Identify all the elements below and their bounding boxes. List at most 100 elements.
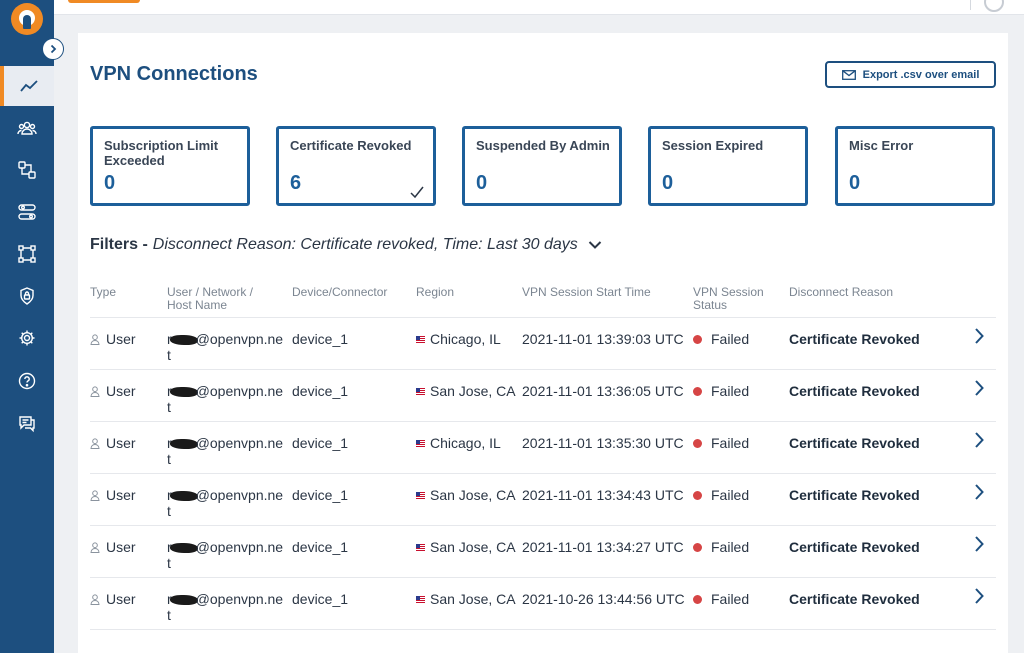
sidebar-item-settings[interactable] xyxy=(0,318,54,358)
stat-label: Session Expired xyxy=(662,138,764,153)
row-status: Failed xyxy=(711,331,750,347)
toggles-icon xyxy=(18,204,36,220)
row-user: r@openvpn.net xyxy=(167,487,284,519)
us-flag-icon xyxy=(416,595,425,603)
table-row[interactable]: User r@openvpn.net device_1 San Jose, CA… xyxy=(90,578,996,630)
redaction-mark xyxy=(169,439,198,450)
chevron-right-icon xyxy=(975,588,984,604)
row-region: Chicago, IL xyxy=(430,435,501,451)
chevron-right-icon xyxy=(975,432,984,448)
row-start-time: 2021-11-01 13:39:03 UTC xyxy=(522,331,684,347)
row-details-button[interactable] xyxy=(973,587,985,608)
row-type: User xyxy=(106,435,136,451)
row-device: device_1 xyxy=(292,435,349,451)
row-device: device_1 xyxy=(292,591,349,607)
stat-card-subscription-limit[interactable]: Subscription Limit Exceeded 0 xyxy=(90,126,250,206)
status-dot xyxy=(693,490,702,500)
redaction-mark xyxy=(169,491,198,502)
column-header-disconnect-reason: Disconnect Reason xyxy=(789,285,894,299)
row-details-button[interactable] xyxy=(973,535,985,556)
stat-label: Suspended By Admin xyxy=(476,138,610,153)
row-type: User xyxy=(106,383,136,399)
row-status: Failed xyxy=(711,435,750,451)
filters-label: Filters - xyxy=(90,236,148,253)
sidebar-item-help[interactable] xyxy=(0,361,54,401)
column-header-status: VPN Session Status xyxy=(693,285,764,312)
row-details-button[interactable] xyxy=(973,431,985,452)
table-row[interactable]: User r@openvpn.net device_1 San Jose, CA… xyxy=(90,370,996,422)
stat-value: 6 xyxy=(290,172,302,194)
sidebar-item-analytics[interactable] xyxy=(0,66,54,106)
chevron-right-icon xyxy=(975,328,984,344)
row-region: San Jose, CA xyxy=(430,591,516,607)
row-details-button[interactable] xyxy=(973,327,985,348)
row-type: User xyxy=(106,487,136,503)
row-start-time: 2021-11-01 13:35:30 UTC xyxy=(522,435,684,451)
us-flag-icon xyxy=(416,335,425,343)
row-user: r@openvpn.net xyxy=(167,331,284,363)
row-type: User xyxy=(106,591,136,607)
redaction-mark xyxy=(169,543,198,554)
chevron-down-icon xyxy=(588,241,601,249)
shield-icon xyxy=(20,287,34,305)
row-details-button[interactable] xyxy=(973,483,985,504)
table-row[interactable]: User r@openvpn.net device_1 Chicago, IL … xyxy=(90,422,996,474)
filters-toggle[interactable]: Filters - Disconnect Reason: Certificate… xyxy=(90,236,602,254)
us-flag-icon xyxy=(416,491,425,499)
us-flag-icon xyxy=(416,439,425,447)
us-flag-icon xyxy=(416,387,425,395)
gear-icon xyxy=(19,330,35,346)
row-region: Chicago, IL xyxy=(430,331,501,347)
redaction-mark xyxy=(169,335,198,346)
sidebar-item-topology[interactable] xyxy=(0,234,54,274)
row-user: r@openvpn.net xyxy=(167,435,284,467)
top-orange-button[interactable] xyxy=(68,0,140,3)
row-user: r@openvpn.net xyxy=(167,383,284,415)
top-divider xyxy=(970,0,971,10)
row-details-button[interactable] xyxy=(973,379,985,400)
table-row[interactable]: User r@openvpn.net device_1 Chicago, IL … xyxy=(90,318,996,370)
export-csv-button[interactable]: Export .csv over email xyxy=(825,61,996,88)
stat-card-misc-error[interactable]: Misc Error 0 xyxy=(835,126,995,206)
chevron-right-icon xyxy=(975,484,984,500)
stat-card-session-expired[interactable]: Session Expired 0 xyxy=(648,126,808,206)
user-icon xyxy=(90,333,100,345)
row-user: r@openvpn.net xyxy=(167,539,284,571)
network-icon xyxy=(18,161,36,179)
sidebar-item-settings-toggles[interactable] xyxy=(0,192,54,232)
us-flag-icon xyxy=(416,543,425,551)
row-region: San Jose, CA xyxy=(430,539,516,555)
stat-value: 0 xyxy=(662,172,674,194)
row-device: device_1 xyxy=(292,331,349,347)
openvpn-logo[interactable] xyxy=(11,3,43,35)
status-dot xyxy=(693,438,702,448)
status-dot xyxy=(693,386,702,396)
sidebar-item-support[interactable] xyxy=(0,403,54,443)
column-header-region: Region xyxy=(416,285,455,299)
filters-summary: Disconnect Reason: Certificate revoked, … xyxy=(152,236,578,253)
sidebar-item-networks[interactable] xyxy=(0,150,54,190)
stat-card-certificate-revoked[interactable]: Certificate Revoked 6 xyxy=(276,126,436,206)
row-status: Failed xyxy=(711,487,750,503)
redaction-mark xyxy=(169,595,198,606)
profile-avatar[interactable] xyxy=(984,0,1004,12)
users-icon xyxy=(17,121,37,135)
top-bar xyxy=(54,0,1024,15)
user-icon xyxy=(90,593,100,605)
row-disconnect-reason: Certificate Revoked xyxy=(789,435,920,451)
sidebar-item-security[interactable] xyxy=(0,276,54,316)
row-start-time: 2021-11-01 13:36:05 UTC xyxy=(522,383,684,399)
row-device: device_1 xyxy=(292,383,349,399)
table-row[interactable]: User r@openvpn.net device_1 San Jose, CA… xyxy=(90,474,996,526)
stat-value: 0 xyxy=(849,172,861,194)
stat-card-suspended-by-admin[interactable]: Suspended By Admin 0 xyxy=(462,126,622,206)
table-row[interactable]: User r@openvpn.net device_1 San Jose, CA… xyxy=(90,526,996,578)
stat-value: 0 xyxy=(476,172,488,194)
row-disconnect-reason: Certificate Revoked xyxy=(789,331,920,347)
sidebar-item-users[interactable] xyxy=(0,108,54,148)
sidebar-expand-button[interactable] xyxy=(42,38,64,60)
user-icon xyxy=(90,541,100,553)
column-header-start-time: VPN Session Start Time xyxy=(522,285,651,299)
chevron-right-icon xyxy=(975,536,984,552)
row-type: User xyxy=(106,539,136,555)
